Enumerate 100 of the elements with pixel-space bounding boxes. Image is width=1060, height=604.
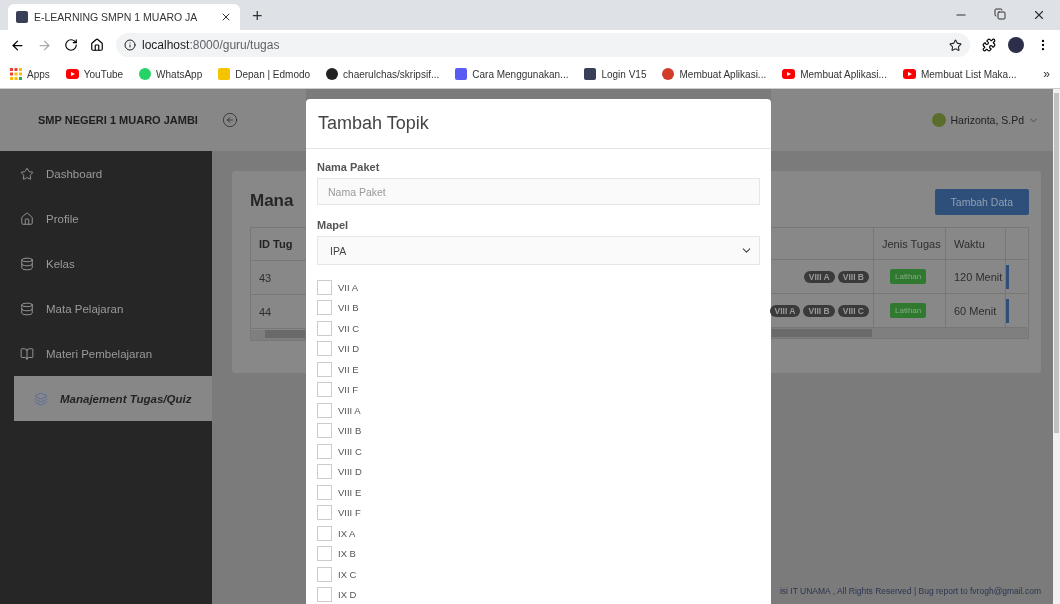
back-icon[interactable] xyxy=(10,37,25,53)
checkbox[interactable] xyxy=(317,505,332,521)
checkbox-label: VIII E xyxy=(338,486,362,498)
checkbox[interactable] xyxy=(317,525,332,541)
checkbox[interactable] xyxy=(317,402,332,418)
input-field[interactable]: Nama Paket xyxy=(317,178,760,205)
checkbox-label: VII E xyxy=(338,363,359,375)
forward-icon[interactable] xyxy=(37,37,52,53)
bookmark-link[interactable]: WhatsApp xyxy=(139,68,203,80)
checkbox[interactable] xyxy=(317,443,332,459)
checkbox-label: VII C xyxy=(338,322,360,334)
extensions-icon[interactable] xyxy=(982,38,996,52)
square-logo-icon xyxy=(16,11,28,23)
action-button[interactable] xyxy=(1006,298,1009,323)
checkbox-label: VIII B xyxy=(338,425,362,437)
checkbox[interactable] xyxy=(317,464,332,480)
checkbox[interactable] xyxy=(317,279,332,295)
footer-text: isi IT UNAMA , All Rights Reserved | Bug report to fvrogh@gmail.com xyxy=(778,585,1041,598)
user-avatar xyxy=(932,113,947,127)
checkbox[interactable] xyxy=(317,546,332,562)
database-icon xyxy=(20,301,34,316)
sidebar-item[interactable]: Materi Pembelajaran xyxy=(0,331,212,376)
bookmark-link[interactable]: Apps xyxy=(10,68,50,80)
square-logo-icon xyxy=(584,68,597,80)
round-logo-icon xyxy=(662,68,675,80)
reload-icon[interactable] xyxy=(64,38,78,52)
collapse-icon[interactable] xyxy=(222,112,238,128)
field-label: Nama Paket xyxy=(317,161,381,173)
close-icon[interactable] xyxy=(1032,8,1046,22)
table-header: Waktu xyxy=(945,228,1005,260)
checkbox-label: IX A xyxy=(338,527,356,539)
type-tag: Latihan xyxy=(890,303,927,318)
table-header: Jenis Tugas xyxy=(873,228,945,260)
checkbox-label: VIII F xyxy=(338,507,361,519)
round-logo-icon xyxy=(139,68,152,80)
bookmark-link[interactable]: Depan | Edmodo xyxy=(218,68,311,80)
field-label: Mapel xyxy=(317,219,350,231)
play-logo-icon xyxy=(65,69,79,79)
square-logo-icon xyxy=(218,68,231,80)
info-icon xyxy=(124,39,136,51)
bookmark-link[interactable]: chaerulchas/skripsif... xyxy=(326,68,440,80)
checkbox-label: VIII C xyxy=(338,445,362,457)
page-heading: Mana xyxy=(250,191,295,212)
bookmark-link[interactable]: Cara Menggunakan... xyxy=(455,68,569,80)
round-logo-icon xyxy=(326,68,339,80)
bookmark-star-icon[interactable] xyxy=(949,38,962,52)
checkbox-label: VII D xyxy=(338,343,360,355)
more-bookmarks-button[interactable]: » xyxy=(1043,67,1050,81)
play-logo-icon xyxy=(902,69,916,79)
play-logo-icon xyxy=(782,69,796,79)
checkbox-label: IX B xyxy=(338,548,356,560)
type-tag: Latihan xyxy=(890,269,927,284)
class-tag: VIII C xyxy=(837,304,869,317)
checkbox[interactable] xyxy=(317,566,332,582)
bookmark-link[interactable]: Membuat List Maka... xyxy=(902,68,1017,80)
checkbox[interactable] xyxy=(317,341,332,357)
class-tag: VIII B xyxy=(837,270,869,283)
bookmark-link[interactable]: YouTube xyxy=(65,68,124,80)
class-tag: VIII A xyxy=(769,304,801,317)
browser-tab[interactable]: E-LEARNING SMPN 1 MUARO JA xyxy=(8,4,240,30)
checkbox[interactable] xyxy=(317,320,332,336)
select-field[interactable]: IPA xyxy=(317,236,760,265)
profile-avatar[interactable] xyxy=(1008,37,1024,53)
class-tag: VIII B xyxy=(803,304,835,317)
table-cell: 120 Menit xyxy=(945,260,1005,294)
checkbox[interactable] xyxy=(317,423,332,439)
checkbox-label: VII B xyxy=(338,302,359,314)
checkbox-label: IX D xyxy=(338,589,357,601)
bookmark-link[interactable]: Membuat Aplikasi... xyxy=(782,68,887,80)
checkbox-label: VII F xyxy=(338,384,359,396)
sidebar-item[interactable]: Dashboard xyxy=(0,151,212,196)
address-bar[interactable]: localhost:8000/guru/tugas xyxy=(116,33,970,57)
sidebar-item[interactable]: Mata Pelajaran xyxy=(0,286,212,331)
sidebar-item[interactable]: Profile xyxy=(0,196,212,241)
new-tab-button[interactable]: + xyxy=(252,6,263,27)
checkbox-label: VIII A xyxy=(338,404,361,416)
layers-icon xyxy=(34,391,48,406)
database-icon xyxy=(20,256,34,271)
home-icon[interactable] xyxy=(90,38,104,52)
checkbox[interactable] xyxy=(317,382,332,398)
bookmark-link[interactable]: Login V15 xyxy=(584,68,647,80)
home-icon xyxy=(20,211,34,226)
school-name: SMP NEGERI 1 MUARO JAMBI xyxy=(37,114,199,126)
book-icon xyxy=(20,346,34,361)
user-menu[interactable]: Harizonta, S.Pd xyxy=(950,114,1024,126)
sidebar-item[interactable]: Kelas xyxy=(0,241,212,286)
apps-grid-icon xyxy=(10,68,22,80)
checkbox[interactable] xyxy=(317,587,332,603)
checkbox[interactable] xyxy=(317,484,332,500)
restore-icon[interactable] xyxy=(994,8,1006,20)
action-button[interactable] xyxy=(1006,264,1009,289)
bookmark-link[interactable]: Membuat Aplikasi... xyxy=(662,68,767,80)
checkbox-label: IX C xyxy=(338,568,357,580)
square-logo-icon xyxy=(455,68,468,80)
checkbox[interactable] xyxy=(317,300,332,316)
checkbox-label: VIII D xyxy=(338,466,362,478)
checkbox[interactable] xyxy=(317,361,332,377)
star-icon xyxy=(20,166,34,181)
close-icon xyxy=(220,11,232,23)
sidebar-item[interactable]: Manajement Tugas/Quiz xyxy=(14,376,212,421)
